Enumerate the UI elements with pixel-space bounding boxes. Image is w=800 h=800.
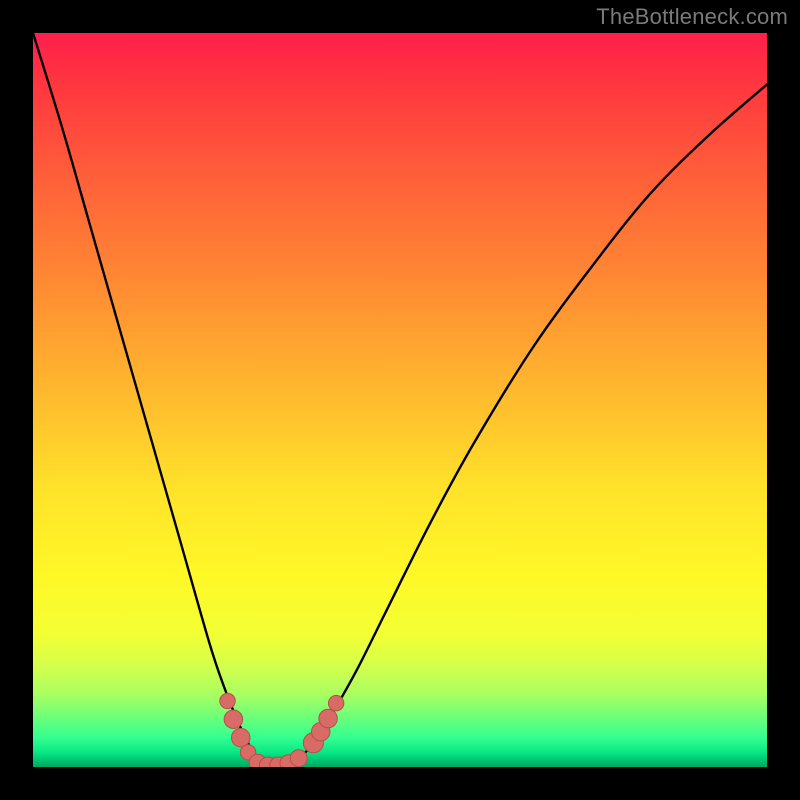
curve-marker <box>231 728 250 747</box>
bottleneck-curve-path <box>33 33 767 767</box>
marker-group <box>220 693 344 767</box>
bottleneck-curve-svg <box>33 33 767 767</box>
curve-marker <box>224 710 243 729</box>
curve-marker <box>220 693 235 708</box>
curve-marker <box>319 709 338 728</box>
chart-stage: TheBottleneck.com <box>0 0 800 800</box>
curve-marker <box>328 695 343 710</box>
watermark-text: TheBottleneck.com <box>596 4 788 30</box>
plot-area <box>33 33 767 767</box>
curve-marker <box>290 750 307 767</box>
